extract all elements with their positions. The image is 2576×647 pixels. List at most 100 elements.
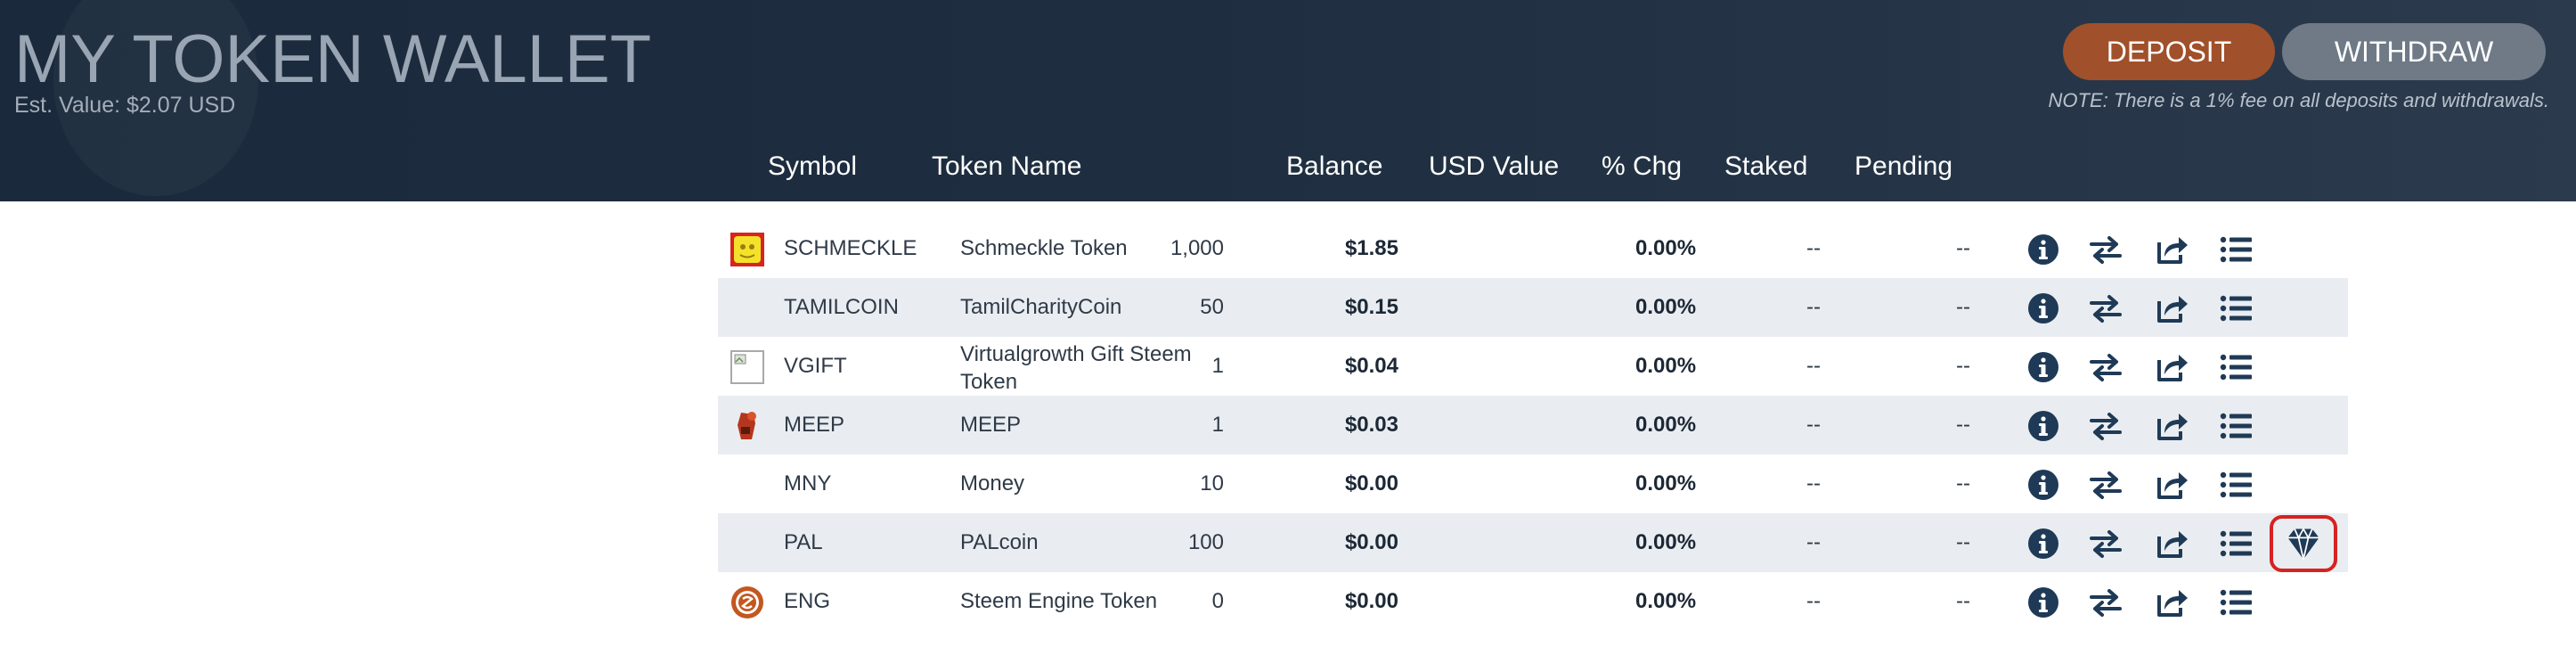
token-pending: --	[1956, 413, 1970, 437]
column-header-token-name[interactable]: Token Name	[932, 152, 1081, 182]
table-row: MNY Money 10 $0.00 0.00% -- --	[718, 455, 2348, 513]
token-symbol: PAL	[784, 530, 823, 554]
history-list-icon[interactable]	[2218, 467, 2254, 503]
transfer-icon[interactable]	[2088, 349, 2124, 385]
info-icon[interactable]	[2026, 585, 2061, 620]
info-icon[interactable]	[2026, 526, 2061, 561]
history-list-icon[interactable]	[2218, 232, 2254, 267]
schmeckle-token-icon	[730, 233, 764, 266]
info-icon[interactable]	[2026, 232, 2061, 267]
column-header-pct-chg[interactable]: % Chg	[1602, 152, 1682, 182]
table-header: Symbol Token Name Balance USD Value % Ch…	[0, 152, 2576, 187]
history-list-icon[interactable]	[2218, 526, 2254, 561]
token-balance: 10	[1200, 471, 1224, 495]
table-row: TAMILCOIN TamilCharityCoin 50 $0.15 0.00% -- -…	[718, 278, 2348, 337]
deposit-button[interactable]: DEPOSIT	[2063, 23, 2275, 80]
token-staked: --	[1806, 589, 1821, 613]
info-icon[interactable]	[2026, 291, 2061, 326]
token-name: MEEP	[960, 413, 1022, 437]
history-list-icon[interactable]	[2218, 349, 2254, 385]
transfer-icon[interactable]	[2088, 467, 2124, 503]
token-balance: 0	[1211, 589, 1224, 613]
token-pending: --	[1956, 295, 1970, 319]
column-header-usd-value[interactable]: USD Value	[1429, 152, 1559, 182]
table-row: PAL PALcoin 100 $0.00 0.00% -- --	[718, 513, 2348, 572]
share-icon[interactable]	[2154, 349, 2189, 385]
table-row: VGIFT Virtualgrowth Gift Steem Token 1 $0.0…	[718, 337, 2348, 396]
token-balance: 1	[1211, 354, 1224, 378]
token-pct-change: 0.00%	[1635, 413, 1697, 437]
token-usd-value: $0.00	[1344, 530, 1398, 554]
token-name: Virtualgrowth Gift Steem Token	[960, 342, 1192, 394]
token-staked: --	[1806, 295, 1821, 319]
token-staked: --	[1806, 354, 1821, 378]
info-icon[interactable]	[2026, 467, 2061, 503]
token-usd-value: $0.00	[1344, 589, 1398, 613]
token-name: Schmeckle Token	[960, 236, 1128, 260]
column-header-symbol[interactable]: Symbol	[768, 152, 857, 182]
token-pending: --	[1956, 236, 1970, 260]
table-row: MEEP MEEP 1 $0.03 0.00% -- --	[718, 396, 2348, 455]
transfer-icon[interactable]	[2088, 585, 2124, 620]
token-balance: 1	[1211, 413, 1224, 437]
withdraw-button[interactable]: WITHDRAW	[2282, 23, 2546, 80]
token-usd-value: $0.03	[1344, 413, 1398, 437]
token-usd-value: $0.15	[1344, 295, 1398, 319]
token-usd-value: $0.00	[1344, 471, 1398, 495]
token-balance: 1,000	[1170, 236, 1224, 260]
token-symbol: VGIFT	[784, 354, 847, 378]
token-staked: --	[1806, 471, 1821, 495]
token-pending: --	[1956, 589, 1970, 613]
token-symbol: SCHMECKLE	[784, 236, 917, 260]
transfer-icon[interactable]	[2088, 526, 2124, 561]
token-symbol: TAMILCOIN	[784, 295, 899, 319]
token-pct-change: 0.00%	[1635, 530, 1697, 554]
token-symbol: ENG	[784, 589, 831, 613]
transfer-icon[interactable]	[2088, 232, 2124, 267]
column-header-pending[interactable]: Pending	[1855, 152, 1952, 182]
token-pct-change: 0.00%	[1635, 354, 1697, 378]
info-icon[interactable]	[2026, 408, 2061, 444]
token-balance: 100	[1187, 530, 1224, 554]
history-list-icon[interactable]	[2218, 408, 2254, 444]
column-header-staked[interactable]: Staked	[1724, 152, 1807, 182]
wallet-header: MY TOKEN WALLET Est. Value: $2.07 USD DE…	[0, 0, 2576, 201]
share-icon[interactable]	[2154, 467, 2189, 503]
token-balance: 50	[1200, 295, 1224, 319]
share-icon[interactable]	[2154, 408, 2189, 444]
token-pct-change: 0.00%	[1635, 295, 1697, 319]
token-symbol: MNY	[784, 471, 832, 495]
token-pct-change: 0.00%	[1635, 589, 1697, 613]
token-pending: --	[1956, 471, 1970, 495]
estimated-value: Est. Value: $2.07 USD	[14, 93, 236, 118]
token-usd-value: $0.04	[1344, 354, 1398, 378]
fee-note: NOTE: There is a 1% fee on all deposits …	[2048, 89, 2550, 111]
info-icon[interactable]	[2026, 349, 2061, 385]
token-staked: --	[1806, 530, 1821, 554]
token-name: Money	[960, 471, 1025, 495]
transfer-icon[interactable]	[2088, 408, 2124, 444]
share-icon[interactable]	[2154, 585, 2189, 620]
token-table: SCHMECKLE Schmeckle Token 1,000 $1.85 0.00% -…	[718, 219, 2348, 631]
token-usd-value: $1.85	[1344, 236, 1398, 260]
token-staked: --	[1806, 413, 1821, 437]
transfer-icon[interactable]	[2088, 291, 2124, 326]
token-pct-change: 0.00%	[1635, 236, 1697, 260]
column-header-balance[interactable]: Balance	[1286, 152, 1382, 182]
token-pct-change: 0.00%	[1635, 471, 1697, 495]
share-icon[interactable]	[2154, 291, 2189, 326]
history-list-icon[interactable]	[2218, 585, 2254, 620]
token-name: PALcoin	[960, 530, 1039, 554]
steem-engine-token-icon	[730, 586, 764, 619]
page-title: MY TOKEN WALLET	[14, 21, 652, 97]
token-pending: --	[1956, 354, 1970, 378]
token-staked: --	[1806, 236, 1821, 260]
meep-token-icon	[730, 409, 764, 443]
table-row: ENG Steem Engine Token 0 $0.00 0.00% -- --	[718, 572, 2348, 631]
history-list-icon[interactable]	[2218, 291, 2254, 326]
token-name: Steem Engine Token	[960, 589, 1158, 613]
share-icon[interactable]	[2154, 232, 2189, 267]
diamond-icon[interactable]	[2270, 515, 2337, 572]
share-icon[interactable]	[2154, 526, 2189, 561]
token-pending: --	[1956, 530, 1970, 554]
